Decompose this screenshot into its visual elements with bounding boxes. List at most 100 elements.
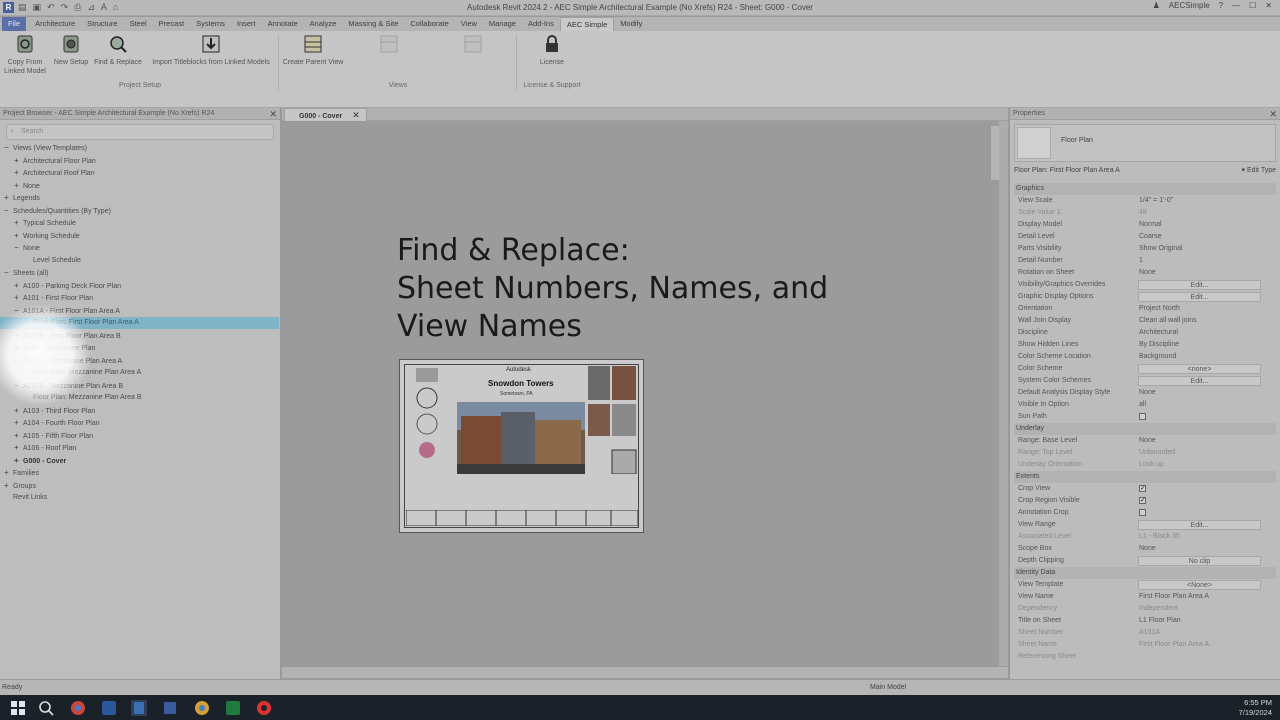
prop-edit-button[interactable]: Edit... [1138,292,1261,302]
prop-value[interactable]: None [1139,267,1156,279]
browser-item[interactable]: + A100 - Parking Deck Floor Plan [14,280,121,292]
chrome-icon[interactable] [194,700,210,716]
tab-manage[interactable]: Manage [483,17,522,31]
collapse-icon[interactable]: − [14,380,23,392]
browser-item[interactable]: + A101B - First Floor Plan Area B [14,330,121,342]
browser-item[interactable]: − Schedules/Quantities (By Type) [4,205,111,217]
import-titleblocks-button[interactable]: Import Titleblocks from Linked Models [146,34,276,67]
prop-edit-button[interactable]: Edit... [1138,376,1261,386]
browser-item[interactable]: − Sheets (all) [4,267,48,279]
cover-sheet-thumbnail[interactable]: Autodesk Snowdon Towers Sometown, PA [399,359,644,533]
prop-value[interactable]: L1 Floor Plan [1139,615,1181,627]
minimize-icon[interactable]: — [1232,1,1240,10]
new-setup-button[interactable]: New Setup [50,34,92,67]
prop-value[interactable]: Coarse [1139,231,1162,243]
group-graphics[interactable]: Graphics [1014,183,1276,195]
collapse-icon[interactable]: − [4,205,13,217]
prop-value[interactable]: Clean all wall joins [1139,315,1197,327]
prop-value[interactable]: Normal [1139,219,1162,231]
tab-systems[interactable]: Systems [190,17,231,31]
browser-item[interactable]: + A106 - Roof Plan [14,442,76,454]
type-selector[interactable]: Floor Plan [1014,124,1276,162]
browser-item[interactable]: − Views (View Templates) [4,142,87,154]
search-icon[interactable] [38,700,54,716]
expand-icon[interactable]: + [14,342,23,354]
find-replace-button[interactable]: Find & Replace [92,34,144,67]
browser-item[interactable]: + A102 - Mezzanine Plan [14,342,95,354]
expand-icon[interactable]: + [14,330,23,342]
help-icon[interactable]: ? [1219,1,1223,10]
app-icon[interactable] [162,700,178,716]
prop-edit-button[interactable]: Edit... [1138,280,1261,290]
prop-value[interactable]: Project North [1139,303,1180,315]
tab-analyze[interactable]: Analyze [304,17,343,31]
disabled-view-tool-button[interactable] [372,34,406,58]
prop-value[interactable]: Background [1139,351,1176,363]
browser-item[interactable]: − None [14,242,40,254]
browser-search-input[interactable]: ⌕ Search [6,124,274,140]
browser-item[interactable]: + Working Schedule [14,230,80,242]
browser-item[interactable]: − A101A - First Floor Plan Area A [14,305,120,317]
prop-value[interactable]: First Floor Plan Area A [1139,591,1209,603]
prop-value[interactable]: 1/4" = 1'-0" [1139,195,1173,207]
active-model[interactable]: Main Model [870,684,906,691]
browser-item[interactable]: + Architectural Floor Plan [14,155,96,167]
browser-item[interactable]: Floor Plan: Mezzanine Plan Area B [24,392,142,404]
tab-steel[interactable]: Steel [124,17,153,31]
windows-start-icon[interactable] [10,700,26,716]
view-control-bar[interactable] [282,666,1008,678]
browser-item[interactable]: + A104 - Fourth Floor Plan [14,417,100,429]
browser-item[interactable]: + A105 - Fifth Floor Plan [14,430,93,442]
tab-insert[interactable]: Insert [231,17,262,31]
tab-architecture[interactable]: Architecture [29,17,81,31]
browser-item[interactable]: + G000 - Cover [14,455,66,467]
revit-icon[interactable] [131,700,147,716]
edit-type-button[interactable]: ▾ Edit Type [1241,165,1276,177]
browser-item[interactable]: + Architectural Roof Plan [14,167,95,179]
prop-value[interactable]: None [1139,435,1156,447]
prop-checkbox[interactable]: ✓ [1139,497,1146,504]
prop-edit-button[interactable]: <none> [1138,364,1261,374]
tab-add-ins[interactable]: Add-Ins [522,17,560,31]
collapse-icon[interactable]: − [4,267,13,279]
tab-annotate[interactable]: Annotate [262,17,304,31]
browser-item[interactable]: − A102A - Mezzanine Plan Area A [14,355,122,367]
expand-icon[interactable]: + [14,455,23,467]
prop-value[interactable]: None [1139,543,1156,555]
browser-item[interactable]: + Families [4,467,39,479]
expand-icon[interactable]: + [14,430,23,442]
word-icon[interactable] [101,700,117,716]
browser-item[interactable]: Floor Plan: Mezzanine Plan Area A [24,367,141,379]
browser-item[interactable]: Revit Links [4,492,47,504]
browser-item[interactable]: + A103 - Third Floor Plan [14,405,95,417]
close-panel-icon[interactable]: ✕ [1269,108,1277,120]
group-extents[interactable]: Extents [1014,471,1276,483]
expand-icon[interactable]: + [14,180,23,192]
recorder-icon[interactable] [256,700,272,716]
create-parent-view-button[interactable]: Create Parent View [280,34,346,67]
taskbar-clock[interactable]: 6:55 PM 7/19/2024 [1239,698,1272,718]
group-identity[interactable]: Identity Data [1014,567,1276,579]
tab-g000-cover[interactable]: G000 - Cover ✕ [284,108,367,121]
expand-icon[interactable]: + [14,155,23,167]
expand-icon[interactable]: + [14,292,23,304]
prop-value[interactable]: Show Original [1139,243,1183,255]
disabled-view-tool-button-2[interactable] [456,34,490,58]
expand-icon[interactable]: + [14,230,23,242]
close-tab-icon[interactable]: ✕ [352,110,360,120]
browser-item[interactable]: + Typical Schedule [14,217,76,229]
browser-item[interactable]: − A102B - Mezzanine Plan Area B [14,380,123,392]
collapse-icon[interactable]: − [14,242,23,254]
tab-file[interactable]: File [2,17,27,31]
drawing-canvas[interactable]: Find & Replace: Sheet Numbers, Names, an… [282,121,1008,666]
browser-item[interactable]: Floor Plan: First Floor Plan Area A [0,317,279,329]
tab-structure[interactable]: Structure [81,17,123,31]
browser-item[interactable]: + A101 - First Floor Plan [14,292,93,304]
expand-icon[interactable]: + [14,167,23,179]
browser-item[interactable]: + Groups [4,480,36,492]
expand-icon[interactable]: + [4,480,13,492]
expand-icon[interactable]: + [14,217,23,229]
prop-edit-button[interactable]: Edit... [1138,520,1261,530]
tab-massing-site[interactable]: Massing & Site [342,17,404,31]
group-underlay[interactable]: Underlay [1014,423,1276,435]
